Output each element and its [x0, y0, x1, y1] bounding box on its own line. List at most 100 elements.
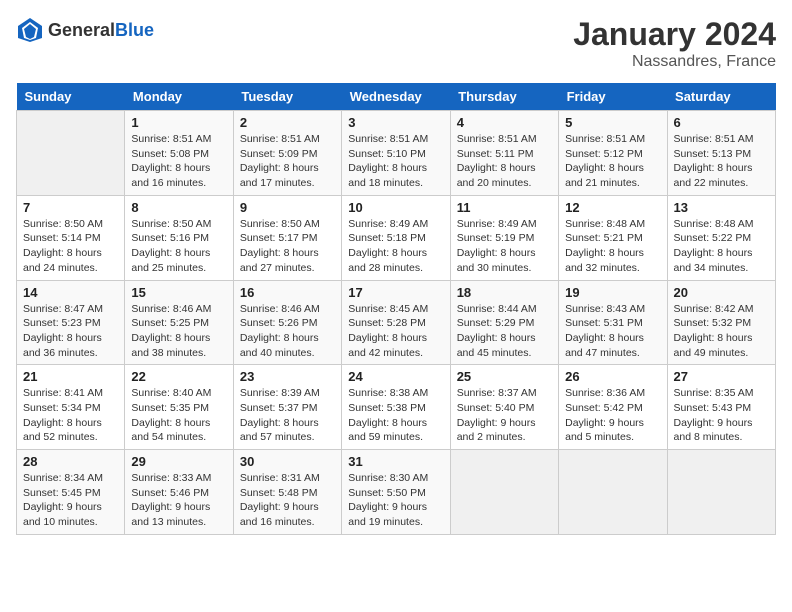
weekday-header: Friday — [559, 83, 667, 111]
day-info: Sunrise: 8:31 AM Sunset: 5:48 PM Dayligh… — [240, 471, 335, 530]
calendar-cell: 18 Sunrise: 8:44 AM Sunset: 5:29 PM Dayli… — [450, 280, 558, 365]
calendar-title: January 2024 — [573, 16, 776, 53]
calendar-cell: 29 Sunrise: 8:33 AM Sunset: 5:46 PM Dayli… — [125, 450, 233, 535]
day-info: Sunrise: 8:33 AM Sunset: 5:46 PM Dayligh… — [131, 471, 226, 530]
logo: GeneralBlue — [16, 16, 154, 44]
calendar-cell: 17Sunrise: 8:45 AM Sunset: 5:28 PM Dayli… — [342, 280, 450, 365]
day-number: 6 — [674, 115, 769, 130]
calendar-cell: 31Sunrise: 8:30 AM Sunset: 5:50 PM Dayli… — [342, 450, 450, 535]
day-number: 13 — [674, 200, 769, 215]
day-info: Sunrise: 8:44 AM Sunset: 5:29 PM Dayligh… — [457, 302, 552, 361]
day-number: 12 — [565, 200, 660, 215]
calendar-cell — [450, 450, 558, 535]
day-number: 3 — [348, 115, 443, 130]
day-number: 10 — [348, 200, 443, 215]
calendar-body: 1 Sunrise: 8:51 AM Sunset: 5:08 PM Daylig… — [17, 111, 776, 535]
day-info: Sunrise: 8:49 AM Sunset: 5:19 PM Dayligh… — [457, 217, 552, 276]
calendar-cell — [667, 450, 775, 535]
calendar-week-row: 28 Sunrise: 8:34 AM Sunset: 5:45 PM Dayli… — [17, 450, 776, 535]
calendar-header: SundayMondayTuesdayWednesdayThursdayFrid… — [17, 83, 776, 111]
day-info: Sunrise: 8:47 AM Sunset: 5:23 PM Dayligh… — [23, 302, 118, 361]
day-number: 7 — [23, 200, 118, 215]
calendar-cell: 24 Sunrise: 8:38 AM Sunset: 5:38 PM Dayli… — [342, 365, 450, 450]
day-number: 1 — [131, 115, 226, 130]
page-header: GeneralBlue January 2024 Nassandres, Fra… — [16, 16, 776, 71]
day-info: Sunrise: 8:48 AM Sunset: 5:22 PM Dayligh… — [674, 217, 769, 276]
calendar-cell: 1 Sunrise: 8:51 AM Sunset: 5:08 PM Daylig… — [125, 111, 233, 196]
day-info: Sunrise: 8:46 AM Sunset: 5:25 PM Dayligh… — [131, 302, 226, 361]
day-info: Sunrise: 8:39 AM Sunset: 5:37 PM Dayligh… — [240, 386, 335, 445]
calendar-cell: 5 Sunrise: 8:51 AM Sunset: 5:12 PM Daylig… — [559, 111, 667, 196]
logo-text: GeneralBlue — [48, 20, 154, 41]
day-number: 11 — [457, 200, 552, 215]
day-number: 30 — [240, 454, 335, 469]
day-number: 24 — [348, 369, 443, 384]
day-number: 16 — [240, 285, 335, 300]
day-number: 28 — [23, 454, 118, 469]
day-number: 31 — [348, 454, 443, 469]
day-number: 21 — [23, 369, 118, 384]
day-info: Sunrise: 8:49 AM Sunset: 5:18 PM Dayligh… — [348, 217, 443, 276]
calendar-cell: 9Sunrise: 8:50 AM Sunset: 5:17 PM Daylig… — [233, 195, 341, 280]
day-number: 8 — [131, 200, 226, 215]
calendar-cell: 2Sunrise: 8:51 AM Sunset: 5:09 PM Daylig… — [233, 111, 341, 196]
calendar-cell: 20 Sunrise: 8:42 AM Sunset: 5:32 PM Dayli… — [667, 280, 775, 365]
day-info: Sunrise: 8:38 AM Sunset: 5:38 PM Dayligh… — [348, 386, 443, 445]
day-number: 26 — [565, 369, 660, 384]
day-number: 5 — [565, 115, 660, 130]
calendar-cell: 15Sunrise: 8:46 AM Sunset: 5:25 PM Dayli… — [125, 280, 233, 365]
calendar-subtitle: Nassandres, France — [573, 53, 776, 71]
logo-blue: Blue — [115, 20, 154, 40]
calendar-cell: 23 Sunrise: 8:39 AM Sunset: 5:37 PM Dayli… — [233, 365, 341, 450]
weekday-header: Saturday — [667, 83, 775, 111]
day-info: Sunrise: 8:51 AM Sunset: 5:13 PM Dayligh… — [674, 132, 769, 191]
day-number: 20 — [674, 285, 769, 300]
day-info: Sunrise: 8:42 AM Sunset: 5:32 PM Dayligh… — [674, 302, 769, 361]
day-number: 29 — [131, 454, 226, 469]
calendar-cell: 4Sunrise: 8:51 AM Sunset: 5:11 PM Daylig… — [450, 111, 558, 196]
title-block: January 2024 Nassandres, France — [573, 16, 776, 71]
day-info: Sunrise: 8:40 AM Sunset: 5:35 PM Dayligh… — [131, 386, 226, 445]
calendar-cell: 16Sunrise: 8:46 AM Sunset: 5:26 PM Dayli… — [233, 280, 341, 365]
calendar-week-row: 7 Sunrise: 8:50 AM Sunset: 5:14 PM Daylig… — [17, 195, 776, 280]
day-number: 17 — [348, 285, 443, 300]
calendar-cell: 27 Sunrise: 8:35 AM Sunset: 5:43 PM Dayli… — [667, 365, 775, 450]
day-info: Sunrise: 8:34 AM Sunset: 5:45 PM Dayligh… — [23, 471, 118, 530]
day-number: 25 — [457, 369, 552, 384]
day-number: 2 — [240, 115, 335, 130]
day-info: Sunrise: 8:37 AM Sunset: 5:40 PM Dayligh… — [457, 386, 552, 445]
day-info: Sunrise: 8:41 AM Sunset: 5:34 PM Dayligh… — [23, 386, 118, 445]
day-info: Sunrise: 8:50 AM Sunset: 5:17 PM Dayligh… — [240, 217, 335, 276]
calendar-cell: 28 Sunrise: 8:34 AM Sunset: 5:45 PM Dayli… — [17, 450, 125, 535]
day-info: Sunrise: 8:36 AM Sunset: 5:42 PM Dayligh… — [565, 386, 660, 445]
calendar-cell: 11 Sunrise: 8:49 AM Sunset: 5:19 PM Dayli… — [450, 195, 558, 280]
day-info: Sunrise: 8:51 AM Sunset: 5:12 PM Dayligh… — [565, 132, 660, 191]
logo-icon — [16, 16, 44, 44]
day-info: Sunrise: 8:35 AM Sunset: 5:43 PM Dayligh… — [674, 386, 769, 445]
day-number: 18 — [457, 285, 552, 300]
calendar-cell: 8Sunrise: 8:50 AM Sunset: 5:16 PM Daylig… — [125, 195, 233, 280]
day-info: Sunrise: 8:51 AM Sunset: 5:11 PM Dayligh… — [457, 132, 552, 191]
day-info: Sunrise: 8:43 AM Sunset: 5:31 PM Dayligh… — [565, 302, 660, 361]
weekday-header: Thursday — [450, 83, 558, 111]
calendar-week-row: 14 Sunrise: 8:47 AM Sunset: 5:23 PM Dayli… — [17, 280, 776, 365]
calendar-cell: 22 Sunrise: 8:40 AM Sunset: 5:35 PM Dayli… — [125, 365, 233, 450]
day-number: 27 — [674, 369, 769, 384]
calendar-cell — [17, 111, 125, 196]
calendar-table: SundayMondayTuesdayWednesdayThursdayFrid… — [16, 83, 776, 535]
calendar-cell: 26 Sunrise: 8:36 AM Sunset: 5:42 PM Dayli… — [559, 365, 667, 450]
weekday-header: Sunday — [17, 83, 125, 111]
day-info: Sunrise: 8:48 AM Sunset: 5:21 PM Dayligh… — [565, 217, 660, 276]
calendar-cell: 14 Sunrise: 8:47 AM Sunset: 5:23 PM Dayli… — [17, 280, 125, 365]
day-info: Sunrise: 8:51 AM Sunset: 5:08 PM Dayligh… — [131, 132, 226, 191]
day-number: 23 — [240, 369, 335, 384]
calendar-cell: 7 Sunrise: 8:50 AM Sunset: 5:14 PM Daylig… — [17, 195, 125, 280]
calendar-week-row: 21 Sunrise: 8:41 AM Sunset: 5:34 PM Dayli… — [17, 365, 776, 450]
calendar-cell: 21 Sunrise: 8:41 AM Sunset: 5:34 PM Dayli… — [17, 365, 125, 450]
day-info: Sunrise: 8:50 AM Sunset: 5:14 PM Dayligh… — [23, 217, 118, 276]
day-number: 22 — [131, 369, 226, 384]
calendar-cell: 3Sunrise: 8:51 AM Sunset: 5:10 PM Daylig… — [342, 111, 450, 196]
day-number: 14 — [23, 285, 118, 300]
calendar-cell: 25 Sunrise: 8:37 AM Sunset: 5:40 PM Dayli… — [450, 365, 558, 450]
calendar-cell — [559, 450, 667, 535]
